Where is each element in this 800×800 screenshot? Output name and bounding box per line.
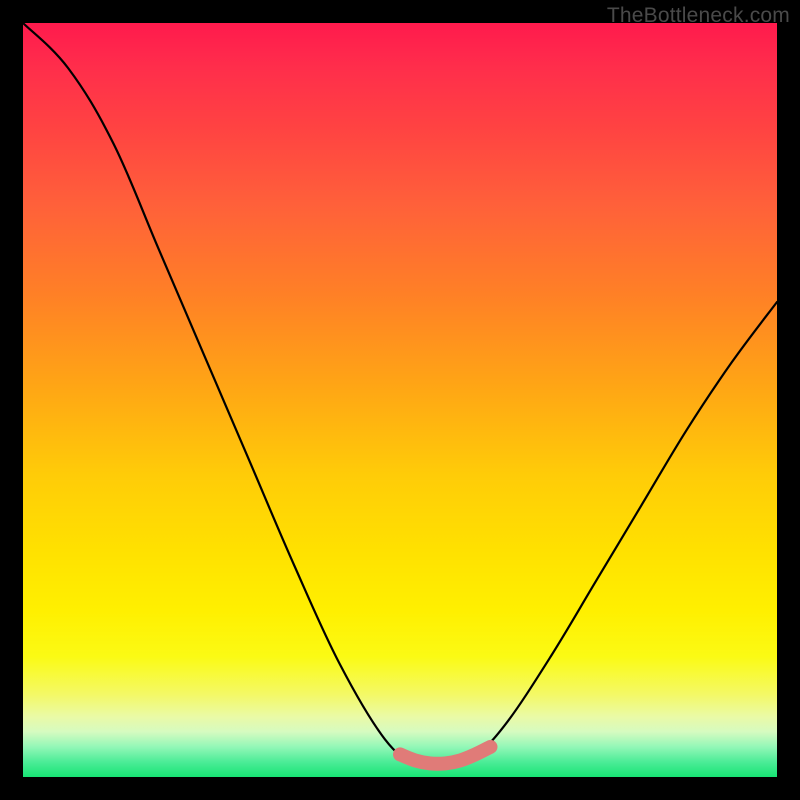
bottleneck-curve	[23, 23, 777, 764]
curve-svg	[23, 23, 777, 777]
chart-frame: TheBottleneck.com	[0, 0, 800, 800]
plot-area	[23, 23, 777, 777]
optimal-zone-highlight	[400, 747, 490, 764]
